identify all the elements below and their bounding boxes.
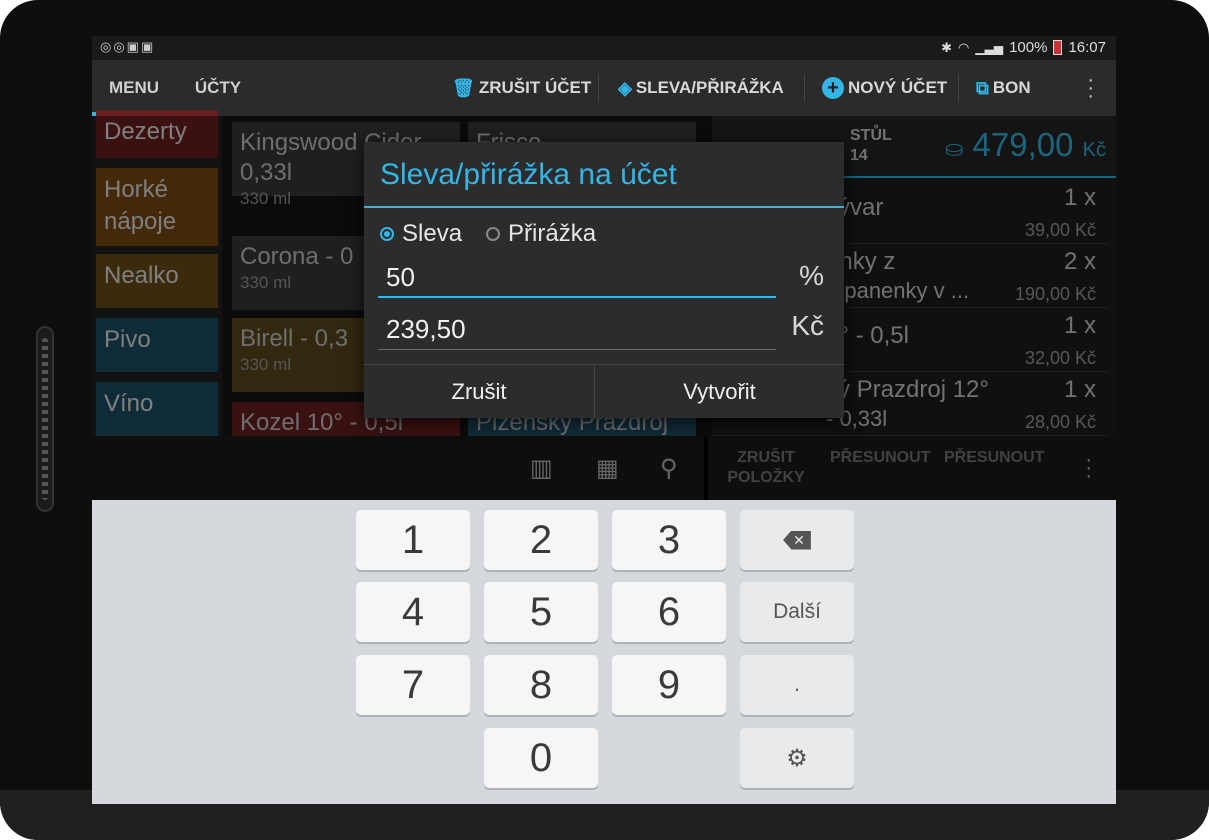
new-account-button[interactable]: + NOVÝ ÚČET — [822, 60, 947, 116]
key-6[interactable]: 6 — [612, 582, 726, 642]
surcharge-radio[interactable] — [486, 227, 501, 241]
tab-menu[interactable]: MENU — [92, 60, 176, 116]
dot-key[interactable]: . — [740, 655, 854, 715]
percent-input[interactable] — [378, 258, 776, 298]
amount-input[interactable] — [378, 310, 776, 350]
settings-key[interactable]: ⚙ — [740, 728, 854, 788]
dialog-title: Sleva/přirážka na účet — [380, 158, 677, 191]
trash-icon: 🗑 — [452, 77, 475, 98]
backspace-icon: ✕ — [783, 530, 811, 550]
status-right: ✱ ◠ ▁▃▅ 100% 16:07 — [941, 39, 1106, 56]
tablet-bezel: ◎◎▣▣ ✱ ◠ ▁▃▅ 100% 16:07 MENU ÚČTY 🗑 ZRUŠ… — [0, 0, 1209, 840]
key-7[interactable]: 7 — [356, 655, 470, 715]
key-9[interactable]: 9 — [612, 655, 726, 715]
new-account-label: NOVÝ ÚČET — [848, 78, 948, 97]
backspace-key[interactable]: ✕ — [740, 510, 854, 570]
cancel-account-button[interactable]: 🗑 ZRUŠIT ÚČET — [452, 60, 591, 116]
status-bar: ◎◎▣▣ ✱ ◠ ▁▃▅ 100% 16:07 — [92, 36, 1116, 60]
discount-radio-label[interactable]: Sleva — [402, 220, 462, 248]
wifi-icon: ◠ — [958, 39, 970, 55]
next-key[interactable]: Další — [740, 582, 854, 642]
battery-level: 100% — [1009, 39, 1048, 56]
screen: ◎◎▣▣ ✱ ◠ ▁▃▅ 100% 16:07 MENU ÚČTY 🗑 ZRUŠ… — [92, 36, 1116, 804]
bon-button[interactable]: ⧉ BON — [976, 60, 1031, 116]
notification-icons: ◎◎▣▣ — [100, 39, 156, 54]
create-button[interactable]: Vytvořit — [595, 365, 844, 419]
key-1[interactable]: 1 — [356, 510, 470, 570]
clock: 16:07 — [1068, 39, 1106, 56]
discount-label: SLEVA/PŘIRÁŽKA — [635, 78, 784, 97]
cancel-button[interactable]: Zrušit — [364, 365, 595, 419]
side-speaker — [36, 326, 54, 512]
surcharge-radio-label[interactable]: Přirážka — [508, 220, 596, 248]
overflow-menu-icon[interactable]: · · · — [1087, 70, 1094, 106]
dialog-buttons: Zrušit Vytvořit — [364, 364, 844, 419]
key-8[interactable]: 8 — [484, 655, 598, 715]
discount-button[interactable]: ◈ SLEVA/PŘIRÁŽKA — [618, 60, 784, 116]
amount-unit: Kč — [791, 310, 824, 341]
action-bar: MENU ÚČTY 🗑 ZRUŠIT ÚČET ◈ SLEVA/PŘIRÁŽKA… — [92, 60, 1116, 116]
key-2[interactable]: 2 — [484, 510, 598, 570]
cancel-account-label: ZRUŠIT ÚČET — [478, 78, 592, 97]
key-4[interactable]: 4 — [356, 582, 470, 642]
discount-type-radio-group: Sleva Přirážka — [380, 220, 596, 248]
battery-icon — [1053, 40, 1063, 55]
discount-radio[interactable] — [380, 227, 394, 241]
dialog-title-divider — [364, 206, 844, 208]
signal-icon: ▁▃▅ — [975, 40, 1004, 55]
percent-unit: % — [799, 260, 824, 291]
key-5[interactable]: 5 — [484, 582, 598, 642]
tab-accounts[interactable]: ÚČTY — [176, 60, 260, 116]
gear-icon: ⚙ — [786, 744, 808, 772]
bon-label: BON — [992, 78, 1031, 97]
bluetooth-icon: ✱ — [941, 39, 953, 55]
key-3[interactable]: 3 — [612, 510, 726, 570]
plus-circle-icon: + — [822, 77, 844, 99]
key-0[interactable]: 0 — [484, 728, 598, 788]
discount-dialog: Sleva/přirážka na účet Sleva Přirážka % … — [364, 142, 844, 419]
share-icon: ⧉ — [976, 77, 989, 98]
tag-icon: ◈ — [618, 77, 632, 98]
numeric-keyboard: 1 2 3 ✕ 4 5 6 Další 7 8 9 . 0 ⚙ — [92, 500, 1116, 804]
